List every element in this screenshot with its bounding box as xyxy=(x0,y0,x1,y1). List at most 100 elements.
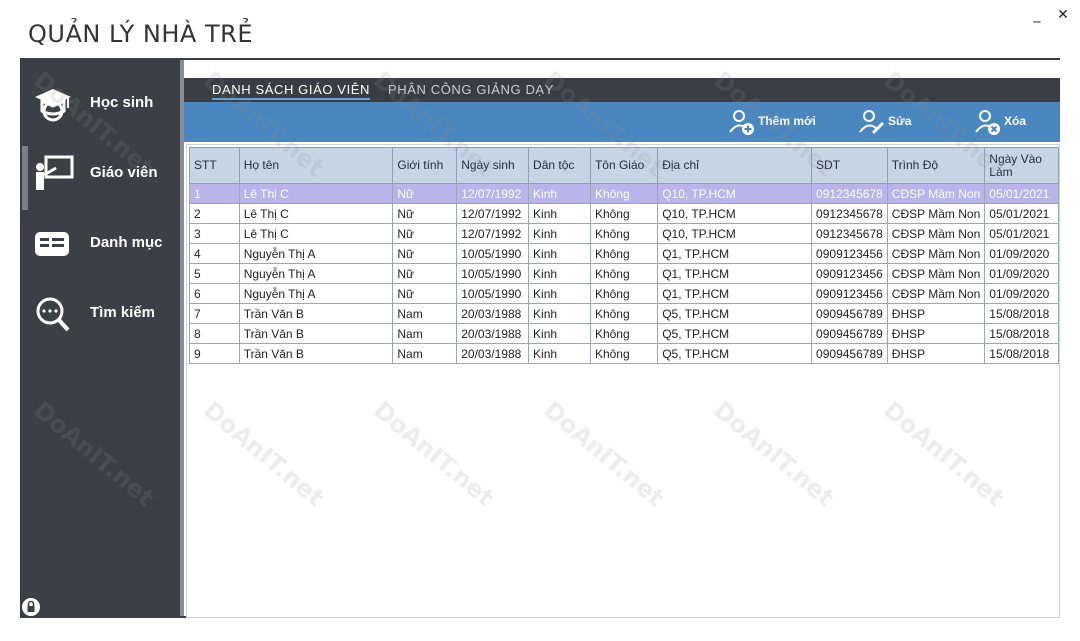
sidebar: Học sinh Giáo viên Danh mục Tìm kiếm xyxy=(22,60,180,616)
col-header[interactable]: STT xyxy=(189,147,240,184)
table-cell: Lê Thị C xyxy=(238,203,394,224)
table-row[interactable]: 2 Lê Thị C Nữ 12/07/1992 Kinh Không Q10, TP.HC… xyxy=(189,203,1059,224)
table-cell: Nguyễn Thị A xyxy=(238,243,394,264)
table-cell: Kinh xyxy=(528,203,591,224)
table-cell: 20/03/1988 xyxy=(456,303,530,324)
table-cell: Kinh xyxy=(528,243,591,264)
teacher-board-icon xyxy=(32,154,74,194)
sidebar-item-hoc-sinh[interactable]: Học sinh xyxy=(22,76,180,132)
table-cell: 05/01/2021 xyxy=(984,203,1059,224)
table-cell: Nữ xyxy=(392,263,458,284)
table-cell: Kinh xyxy=(528,283,591,304)
table-cell: 0909456789 xyxy=(811,343,888,364)
table-cell: Không xyxy=(589,203,659,224)
table-row[interactable]: 7 Trần Văn B Nam 20/03/1988 Kinh Không Q5, TP.… xyxy=(189,303,1059,324)
col-header[interactable]: Địa chỉ xyxy=(657,147,813,184)
table-row[interactable]: 1 Lê Thị C Nữ 12/07/1992 Kinh Không Q10, TP.HC… xyxy=(189,183,1059,204)
table-cell: Q5, TP.HCM xyxy=(657,343,813,364)
add-user-icon xyxy=(728,108,756,136)
add-label: Thêm mới xyxy=(758,114,816,128)
table-cell: 12/07/1992 xyxy=(456,183,530,204)
col-header[interactable]: SDT xyxy=(811,147,888,184)
table-cell: CĐSP Mầm Non xyxy=(886,223,986,244)
table-cell: 8 xyxy=(189,323,240,344)
delete-user-icon xyxy=(974,108,1002,136)
table-cell: 12/07/1992 xyxy=(456,223,530,244)
table-cell: 10/05/1990 xyxy=(456,283,530,304)
sidebar-item-label: Tìm kiếm xyxy=(90,304,156,321)
table-cell: 0912345678 xyxy=(811,183,888,204)
col-header[interactable]: Ngày sinh xyxy=(456,147,530,184)
table-cell: 05/01/2021 xyxy=(984,183,1059,204)
col-header[interactable]: Ngày Vào Làm xyxy=(984,147,1059,184)
table-cell: 2 xyxy=(189,203,240,224)
table-cell: CĐSP Mầm Non xyxy=(886,263,986,284)
tab-phan-cong-giang-day[interactable]: PHÂN CÔNG GIẢNG DẠY xyxy=(388,82,554,97)
search-icon xyxy=(32,294,74,334)
col-header[interactable]: Tôn Giáo xyxy=(589,147,659,184)
table-cell: Kinh xyxy=(528,223,591,244)
table-cell: Nữ xyxy=(392,243,458,264)
tab-danh-sach-giao-vien[interactable]: DANH SÁCH GIÁO VIÊN xyxy=(212,82,371,100)
lock-icon[interactable] xyxy=(22,598,40,616)
table-cell: 15/08/2018 xyxy=(984,303,1059,324)
sidebar-item-giao-vien[interactable]: Giáo viên xyxy=(22,146,180,210)
table-cell: Không xyxy=(589,343,659,364)
table-header-row: STT Họ tên Giới tính Ngày sinh Dân tộc T… xyxy=(189,147,1059,184)
table-cell: 0912345678 xyxy=(811,223,888,244)
table-cell: ĐHSP xyxy=(886,343,986,364)
table-row[interactable]: 9 Trần Văn B Nam 20/03/1988 Kinh Không Q5, TP.… xyxy=(189,343,1059,364)
app-title: QUẢN LÝ NHÀ TRẺ xyxy=(28,20,253,48)
table-cell: Nữ xyxy=(392,183,458,204)
table-cell: 0909456789 xyxy=(811,303,888,324)
table-cell: 12/07/1992 xyxy=(456,203,530,224)
table-cell: Nam xyxy=(392,303,458,324)
table-cell: Trần Văn B xyxy=(238,343,394,364)
table-cell: Q5, TP.HCM xyxy=(657,303,813,324)
table-cell: 1 xyxy=(189,183,240,204)
table-cell: Kinh xyxy=(528,323,591,344)
col-header[interactable]: Họ tên xyxy=(238,147,394,184)
table-row[interactable]: 4 Nguyễn Thị A Nữ 10/05/1990 Kinh Không Q1, TP… xyxy=(189,243,1059,264)
table-cell: Lê Thị C xyxy=(238,183,394,204)
table-cell: 20/03/1988 xyxy=(456,343,530,364)
table-row[interactable]: 5 Nguyễn Thị A Nữ 10/05/1990 Kinh Không Q1, TP… xyxy=(189,263,1059,284)
table-cell: Không xyxy=(589,283,659,304)
sidebar-item-tim-kiem[interactable]: Tìm kiếm xyxy=(22,286,180,342)
table-cell: 0912345678 xyxy=(811,203,888,224)
sidebar-item-label: Danh mục xyxy=(90,234,163,251)
table-cell: Q1, TP.HCM xyxy=(657,283,813,304)
student-cap-icon xyxy=(32,84,74,124)
sidebar-item-label: Giáo viên xyxy=(90,164,158,181)
sidebar-item-danh-muc[interactable]: Danh mục xyxy=(22,216,180,272)
table-cell: Không xyxy=(589,303,659,324)
table-row[interactable]: 3 Lê Thị C Nữ 12/07/1992 Kinh Không Q10, TP.HC… xyxy=(189,223,1059,244)
table-cell: Q1, TP.HCM xyxy=(657,243,813,264)
table-cell: 01/09/2020 xyxy=(984,243,1059,264)
table-cell: CĐSP Mầm Non xyxy=(886,243,986,264)
table-cell: 10/05/1990 xyxy=(456,263,530,284)
table-cell: Nguyễn Thị A xyxy=(238,263,394,284)
table-cell: Q10, TP.HCM xyxy=(657,223,813,244)
teacher-grid: STT Họ tên Giới tính Ngày sinh Dân tộc T… xyxy=(186,144,1060,618)
table-cell: 7 xyxy=(189,303,240,324)
table-cell: 05/01/2021 xyxy=(984,223,1059,244)
table-cell: 5 xyxy=(189,263,240,284)
content-panel: DANH SÁCH GIÁO VIÊN PHÂN CÔNG GIẢNG DẠY … xyxy=(184,60,1060,618)
col-header[interactable]: Dân tộc xyxy=(528,147,591,184)
close-button[interactable]: ✕ xyxy=(1052,6,1074,24)
table-row[interactable]: 6 Nguyễn Thị A Nữ 10/05/1990 Kinh Không Q1, TP… xyxy=(189,283,1059,304)
delete-label: Xóa xyxy=(1004,114,1027,128)
table-cell: 4 xyxy=(189,243,240,264)
table-cell: 10/05/1990 xyxy=(456,243,530,264)
col-header[interactable]: Giới tính xyxy=(392,147,458,184)
table-cell: 20/03/1988 xyxy=(456,323,530,344)
table-row[interactable]: 8 Trần Văn B Nam 20/03/1988 Kinh Không Q5, TP.… xyxy=(189,323,1059,344)
col-header[interactable]: Trình Độ xyxy=(886,147,986,184)
table-cell: Nữ xyxy=(392,203,458,224)
table-cell: Q10, TP.HCM xyxy=(657,183,813,204)
table-cell: 01/09/2020 xyxy=(984,263,1059,284)
table-cell: CĐSP Mầm Non xyxy=(886,283,986,304)
minimize-button[interactable]: _ xyxy=(1026,6,1048,24)
edit-user-icon xyxy=(858,108,886,136)
